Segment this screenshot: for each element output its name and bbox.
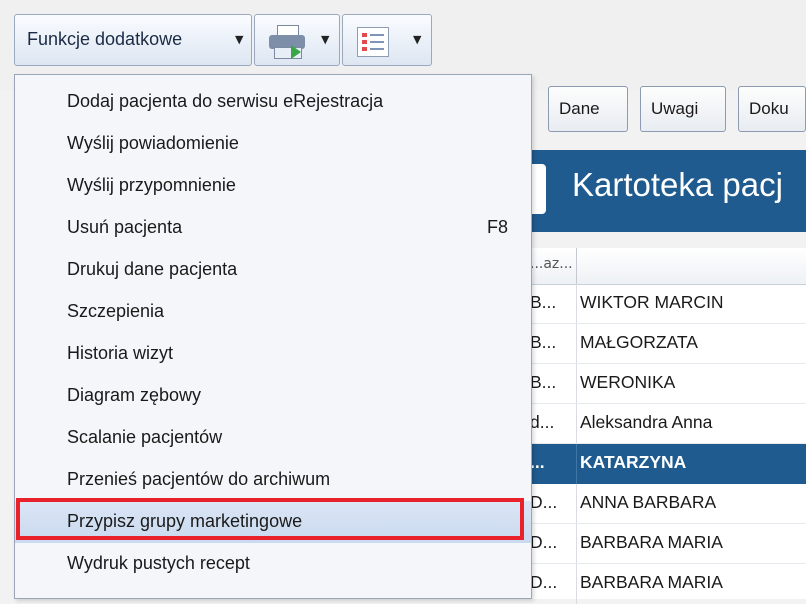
- menu-item-merge-patients[interactable]: Scalanie pacjentów: [15, 417, 531, 459]
- grid-header: ...az...: [530, 248, 806, 285]
- tab-label: Dane: [559, 99, 600, 118]
- menu-item-label: Przenieś pacjentów do archiwum: [67, 469, 331, 489]
- menu-item-label: Usuń pacjenta: [67, 217, 183, 237]
- menu-item-label: Wyślij przypomnienie: [67, 175, 236, 195]
- row-cell: B...: [530, 292, 557, 312]
- menu-item-label: Wydruk pustych recept: [67, 553, 250, 573]
- print-dropdown-button[interactable]: ▼: [254, 14, 340, 66]
- menu-item-shortcut: F8: [487, 217, 509, 237]
- menu-item-label: Scalanie pacjentów: [67, 427, 223, 447]
- menu-item-send-reminder[interactable]: Wyślij przypomnienie: [15, 165, 531, 207]
- table-row[interactable]: D... BARBARA MARIA: [530, 564, 806, 604]
- menu-item-label: Wyślij powiadomienie: [67, 133, 239, 153]
- row-cell: ...: [530, 452, 545, 472]
- row-cell: ANNA BARBARA: [580, 492, 717, 512]
- table-row[interactable]: D... ANNA BARBARA: [530, 484, 806, 524]
- printer-icon: [269, 25, 305, 59]
- row-cell: D...: [530, 572, 558, 592]
- table-row[interactable]: B... WERONIKA: [530, 364, 806, 404]
- patient-records-header: Kartoteka pacj: [530, 150, 806, 232]
- table-row[interactable]: D... BARBARA MARIA: [530, 524, 806, 564]
- menu-item-label: Drukuj dane pacjenta: [67, 259, 238, 279]
- menu-item-add-to-eregistration[interactable]: Dodaj pacjenta do serwisu eRejestracja: [15, 81, 531, 123]
- menu-item-label: Diagram zębowy: [67, 385, 202, 405]
- row-cell: MAŁGORZATA: [580, 332, 698, 352]
- row-cell: Aleksandra Anna: [580, 412, 713, 432]
- menu-item-print-blank-prescriptions[interactable]: Wydruk pustych recept: [15, 543, 531, 585]
- menu-item-label: Historia wizyt: [67, 343, 174, 363]
- menu-item-vaccinations[interactable]: Szczepienia: [15, 291, 531, 333]
- menu-item-dental-chart[interactable]: Diagram zębowy: [15, 375, 531, 417]
- menu-item-print-patient-data[interactable]: Drukuj dane pacjenta: [15, 249, 531, 291]
- page-title: Kartoteka pacj: [572, 166, 783, 203]
- row-cell: WERONIKA: [580, 372, 676, 392]
- row-cell: KATARZYNA: [580, 452, 687, 472]
- tab-dokumenty[interactable]: Doku: [738, 86, 806, 132]
- column-header[interactable]: ...az...: [530, 256, 576, 272]
- row-cell: D...: [530, 492, 558, 512]
- tab-dane[interactable]: Dane: [548, 86, 628, 132]
- functions-dropdown-label: Funkcje dodatkowe: [27, 29, 183, 49]
- menu-item-move-to-archive[interactable]: Przenieś pacjentów do archiwum: [15, 459, 531, 501]
- highlight-frame: [16, 498, 524, 540]
- tab-label: Doku: [749, 99, 789, 118]
- menu-item-send-notification[interactable]: Wyślij powiadomienie: [15, 123, 531, 165]
- view-layout-dropdown-button[interactable]: ▼: [342, 14, 432, 66]
- chevron-down-icon: ▼: [413, 33, 422, 46]
- row-cell: WIKTOR MARCIN: [580, 292, 724, 312]
- menu-item-label: Szczepienia: [67, 301, 165, 321]
- tab-label: Uwagi: [651, 99, 699, 118]
- document-icon: [530, 164, 546, 214]
- table-row[interactable]: d... Aleksandra Anna: [530, 404, 806, 444]
- row-cell: B...: [530, 332, 557, 352]
- row-cell: d...: [530, 412, 555, 432]
- table-row[interactable]: B... MAŁGORZATA: [530, 324, 806, 364]
- chevron-down-icon: ▼: [235, 33, 244, 46]
- view-layout-icon: [357, 27, 389, 57]
- functions-dropdown-button[interactable]: Funkcje dodatkowe ▼: [14, 14, 252, 66]
- row-cell: B...: [530, 372, 557, 392]
- row-cell: BARBARA MARIA: [580, 532, 723, 552]
- menu-item-label: Dodaj pacjenta do serwisu eRejestracja: [67, 91, 384, 111]
- patient-grid: ...az... B... WIKTOR MARCIN B... MAŁGORZAT…: [530, 248, 806, 604]
- table-row[interactable]: B... WIKTOR MARCIN: [530, 284, 806, 324]
- row-cell: BARBARA MARIA: [580, 572, 723, 592]
- menu-item-delete-patient[interactable]: Usuń pacjenta F8: [15, 207, 531, 249]
- chevron-down-icon: ▼: [321, 33, 330, 46]
- row-cell: D...: [530, 532, 558, 552]
- tab-uwagi[interactable]: Uwagi: [640, 86, 726, 132]
- menu-item-visit-history[interactable]: Historia wizyt: [15, 333, 531, 375]
- table-row-selected[interactable]: ... KATARZYNA: [530, 444, 806, 484]
